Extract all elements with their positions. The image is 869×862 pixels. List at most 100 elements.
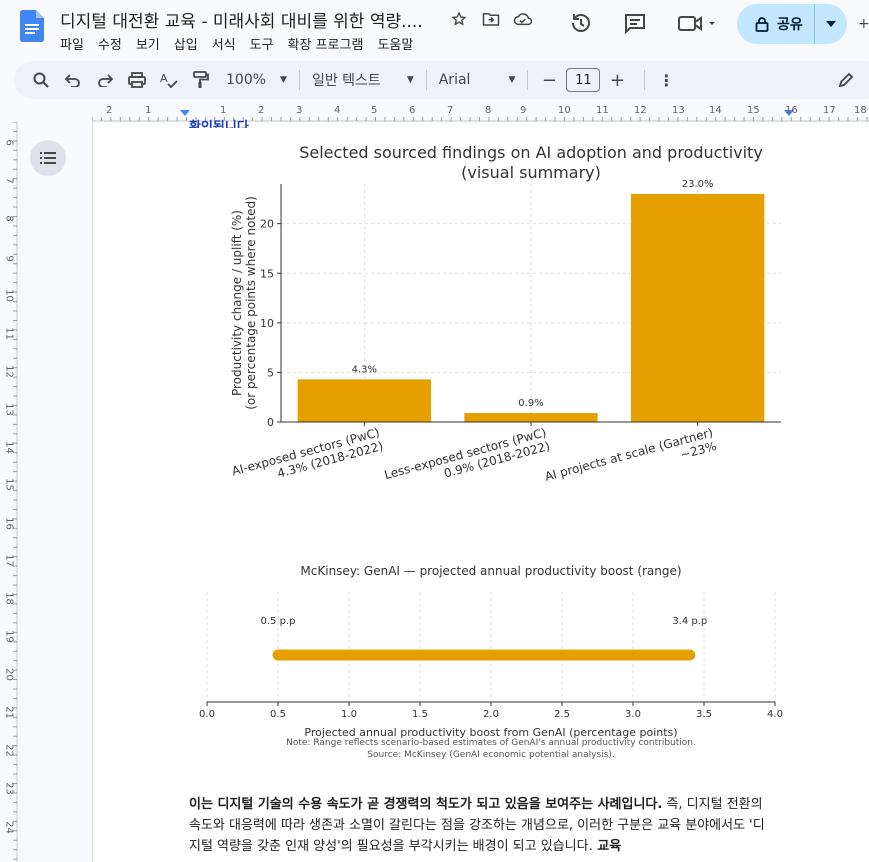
ruler-label: 15 xyxy=(3,478,15,491)
menu-insert[interactable]: 삽입 xyxy=(174,34,198,53)
x-tick-label: 0.5 xyxy=(270,709,286,720)
more-edge-icon[interactable]: + xyxy=(858,16,869,32)
y-axis-label: Productivity change / uplift (%) xyxy=(230,210,244,396)
ruler-label: 7 xyxy=(447,105,454,116)
ruler-label: 15 xyxy=(747,105,760,116)
x-tick-label: 2.5 xyxy=(554,709,570,720)
ruler-label: 20 xyxy=(3,668,15,681)
bar xyxy=(464,413,598,422)
ruler-label: 18 xyxy=(854,105,867,116)
menu-extensions[interactable]: 확장 프로그램 xyxy=(288,34,364,53)
chart-title: McKinsey: GenAI — projected annual produ… xyxy=(300,564,681,578)
ruler-label: 14 xyxy=(709,105,722,116)
range-end-marker xyxy=(685,651,694,659)
x-tick-label: Less-exposed sectors (PwC)0.9% (2018-202… xyxy=(383,425,552,495)
x-tick-label: AI projects at scale (Gartner)~23% xyxy=(543,425,718,497)
font-value: Arial xyxy=(438,72,471,88)
x-tick-label: 0.0 xyxy=(199,709,215,720)
ruler-label: 13 xyxy=(672,105,685,116)
ruler-label: 7 xyxy=(3,177,15,184)
search-menus-icon[interactable] xyxy=(28,66,54,94)
chart-title: Selected sourced findings on AI adoption… xyxy=(299,143,763,162)
zoom-dropdown[interactable]: 100% ▼ xyxy=(222,66,291,94)
menu-help[interactable]: 도움말 xyxy=(377,34,413,53)
divider xyxy=(644,70,646,90)
ruler-label: 11 xyxy=(596,105,609,116)
charts-image[interactable]: Selected sourced findings on AI adoption… xyxy=(93,122,869,762)
share-main[interactable]: 공유 xyxy=(737,4,815,44)
x-tick-label: 3.5 xyxy=(696,709,712,720)
chevron-down-icon: ▼ xyxy=(508,75,516,85)
bar xyxy=(631,193,765,422)
ruler-label: 3 xyxy=(296,105,303,116)
ruler-label: 16 xyxy=(785,105,798,116)
zoom-value: 100% xyxy=(226,72,267,88)
y-tick-label: 0 xyxy=(267,416,274,429)
increase-font-size-icon[interactable]: + xyxy=(604,66,630,94)
share-dropdown-icon[interactable] xyxy=(815,4,847,44)
ruler-label: 18 xyxy=(3,592,15,605)
star-icon[interactable] xyxy=(448,9,470,29)
history-icon[interactable] xyxy=(568,10,594,36)
paragraph-style-value: 일반 텍스트 xyxy=(311,73,381,89)
x-tick-label: 3.0 xyxy=(625,709,641,720)
ruler-label: 17 xyxy=(3,554,15,567)
comment-icon[interactable] xyxy=(622,10,648,36)
range-start-label: 0.5 p.p xyxy=(261,616,296,627)
cloud-status-icon[interactable] xyxy=(512,9,534,29)
decrease-font-size-icon[interactable]: − xyxy=(536,66,562,94)
menu-view[interactable]: 보기 xyxy=(136,34,160,53)
bar xyxy=(297,379,431,422)
chevron-down-icon: ▼ xyxy=(406,75,414,85)
range-start-marker xyxy=(274,651,282,659)
vertical-ruler[interactable]: 6 7 8 9 10 11 12 13 14 15 16 17 18 19 20… xyxy=(0,122,18,862)
spellcheck-icon[interactable]: A xyxy=(156,66,182,94)
bar-value-label: 0.9% xyxy=(518,398,543,409)
ruler-label: 2 xyxy=(106,105,113,116)
menu-format[interactable]: 서식 xyxy=(212,34,236,53)
x-tick-label: 1.5 xyxy=(412,709,428,720)
share-button[interactable]: 공유 xyxy=(737,4,847,44)
chart-subtitle: (visual summary) xyxy=(461,163,601,182)
document-outline-button[interactable] xyxy=(30,140,66,176)
ruler-label: 9 xyxy=(3,255,15,262)
ruler-label: 2 xyxy=(258,105,265,116)
ruler-label: 22 xyxy=(3,744,15,757)
undo-icon[interactable] xyxy=(60,66,86,94)
video-call-icon[interactable] xyxy=(676,10,718,36)
svg-text:A: A xyxy=(160,72,168,85)
ruler-label: 23 xyxy=(3,782,15,795)
range-end-label: 3.4 p.p xyxy=(672,616,707,627)
ruler-label: 6 xyxy=(409,105,416,116)
document-page[interactable]: 확인됩니다. Selected sourced findings on AI a… xyxy=(92,120,869,862)
x-tick-label: 1.0 xyxy=(341,709,357,720)
bar-value-label: 4.3% xyxy=(352,364,377,375)
ruler-label: 10 xyxy=(3,289,15,302)
y-tick-label: 10 xyxy=(260,317,274,330)
ruler-label: 9 xyxy=(520,105,527,116)
docs-logo-icon[interactable] xyxy=(20,10,44,42)
paint-format-icon[interactable] xyxy=(188,66,214,94)
ruler-label: 6 xyxy=(3,139,15,146)
paragraph-bold-tail: 교육 xyxy=(592,839,622,854)
menu-edit[interactable]: 수정 xyxy=(98,34,122,53)
ruler-label: 12 xyxy=(634,105,647,116)
share-label: 공유 xyxy=(777,17,803,33)
x-tick-label: 4.0 xyxy=(767,709,783,720)
more-options-icon[interactable]: ⋮ xyxy=(653,66,679,94)
redo-icon[interactable] xyxy=(92,66,118,94)
editing-mode-icon[interactable] xyxy=(833,66,859,94)
font-dropdown[interactable]: Arial ▼ xyxy=(435,66,520,94)
chart-source: Source: McKinsey (GenAI economic potenti… xyxy=(367,750,614,760)
ruler-label: 4 xyxy=(334,105,341,116)
divider xyxy=(425,70,427,90)
paragraph-style-dropdown[interactable]: 일반 텍스트 ▼ xyxy=(308,66,418,94)
body-paragraph[interactable]: 이는 디지털 기술의 수용 속도가 곧 경쟁력의 척도가 되고 있음을 보여주는… xyxy=(189,794,769,857)
document-title[interactable]: 디지털 대전환 교육 - 미래사회 대비를 위한 역량.... xyxy=(60,7,423,32)
print-icon[interactable] xyxy=(124,66,150,94)
move-to-folder-icon[interactable] xyxy=(480,9,502,29)
menu-tools[interactable]: 도구 xyxy=(250,34,274,53)
font-size-input[interactable]: 11 xyxy=(566,68,601,92)
ruler-label: 8 xyxy=(3,215,15,222)
menu-file[interactable]: 파일 xyxy=(60,34,84,53)
